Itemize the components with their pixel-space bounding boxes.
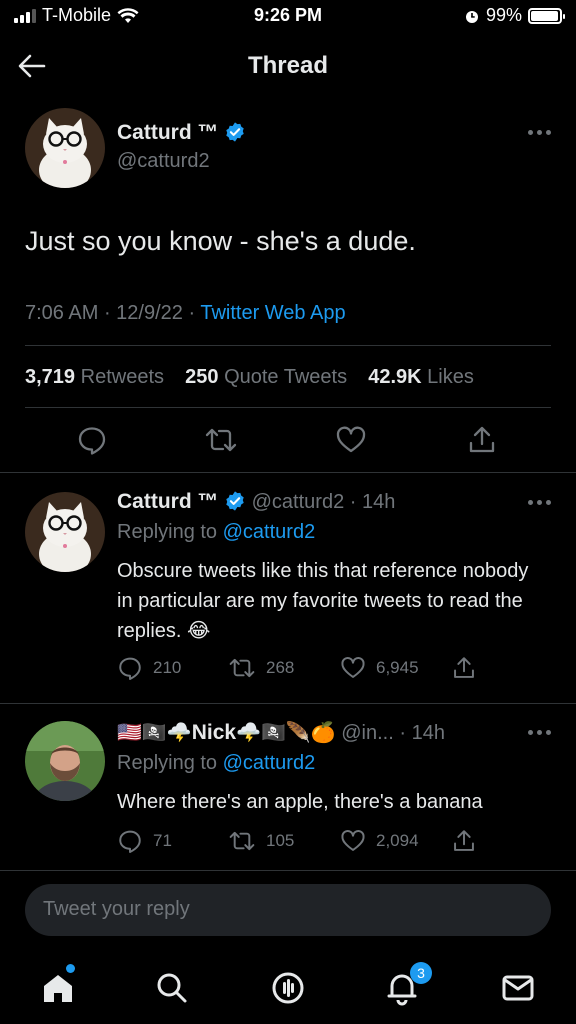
retweet-count: 105: [266, 831, 295, 850]
reply-text-body: Obscure tweets like this that reference …: [117, 560, 529, 642]
tab-messages[interactable]: [498, 968, 538, 1008]
quote-tweets-count: 250: [185, 366, 219, 388]
reply-header: 🇺🇸🏴‍☠️🌩️Nick🌩️🏴‍☠️🪶🍊 @in... · 14h: [117, 721, 445, 744]
author-name: Catturd ™: [117, 121, 219, 144]
profile-photo-image: [25, 721, 105, 801]
retweet-count: 268: [266, 658, 295, 677]
laughing-emoji: 😂: [187, 620, 211, 642]
reply-text: Where there's an apple, there's a banana: [117, 791, 483, 813]
status-right: 99%: [464, 5, 565, 26]
page-title: Thread: [247, 52, 328, 79]
replying-to-prefix: Replying to: [117, 752, 218, 774]
divider: [25, 407, 551, 408]
retweet-icon[interactable]: [205, 424, 237, 456]
tab-search[interactable]: [152, 968, 192, 1008]
cat-avatar-image: [25, 108, 105, 188]
replying-to-handle[interactable]: @catturd2: [223, 752, 316, 774]
share-icon[interactable]: [451, 655, 477, 681]
battery-percent: 99%: [485, 5, 522, 25]
retweet-icon: [229, 658, 255, 678]
reply-icon: [119, 657, 141, 680]
like-icon: [341, 830, 365, 851]
like-icon: [341, 657, 365, 678]
tweet-source-link[interactable]: Twitter Web App: [200, 302, 345, 324]
reply-count-button[interactable]: 71: [117, 828, 172, 854]
retweets-label: Retweets: [80, 366, 164, 388]
more-options-icon[interactable]: [528, 500, 554, 506]
search-icon: [157, 973, 187, 1003]
replying-to-handle[interactable]: @catturd2: [223, 521, 316, 543]
retweet-count-button[interactable]: 105: [228, 828, 294, 854]
tweet-date: 12/9/22: [116, 302, 183, 324]
retweet-count-button[interactable]: 268: [228, 655, 294, 681]
alarm-icon: [465, 10, 478, 23]
author-handle[interactable]: @catturd2: [117, 150, 210, 173]
avatar[interactable]: [25, 721, 105, 801]
compose-placeholder: Tweet your reply: [43, 898, 190, 920]
reply-text: Obscure tweets like this that reference …: [117, 556, 547, 646]
tweet-text: Just so you know - she's a dude.: [25, 226, 416, 256]
quote-tweets-stat[interactable]: 250 Quote Tweets: [185, 366, 347, 388]
author-name-row[interactable]: Catturd ™: [117, 121, 246, 145]
reply-author-handle[interactable]: @catturd2: [252, 491, 345, 513]
reply-age: 14h: [411, 722, 445, 744]
tab-spaces[interactable]: [268, 968, 308, 1008]
reply-count-button[interactable]: 210: [117, 655, 181, 681]
home-unread-dot: [66, 964, 75, 973]
spaces-microphone-icon: [272, 972, 304, 1004]
tab-notifications[interactable]: 3: [382, 962, 432, 1008]
battery-icon: [528, 7, 565, 24]
like-count: 2,094: [376, 831, 419, 850]
reply-icon[interactable]: [76, 424, 108, 456]
avatar[interactable]: [25, 108, 105, 188]
more-options-icon[interactable]: [528, 730, 554, 736]
share-icon[interactable]: [451, 828, 477, 854]
like-count: 6,945: [376, 658, 419, 677]
reply-count: 210: [153, 658, 182, 677]
cat-avatar-image: [25, 492, 105, 572]
likes-stat[interactable]: 42.9K Likes: [368, 366, 474, 388]
like-icon[interactable]: [335, 424, 367, 456]
retweet-icon: [229, 831, 255, 851]
likes-count: 42.9K: [368, 366, 422, 388]
bottom-tab-bar: 3: [0, 950, 576, 1024]
reply-count: 71: [153, 831, 172, 850]
reply-author-handle[interactable]: @in...: [341, 722, 394, 744]
like-count-button[interactable]: 6,945: [340, 655, 419, 681]
reply-compose-input[interactable]: Tweet your reply: [25, 884, 551, 936]
reply-icon: [119, 830, 141, 853]
name-emoji-prefix: 🇺🇸🏴‍☠️🌩️: [117, 722, 192, 744]
like-count-button[interactable]: 2,094: [340, 828, 419, 854]
name-emoji-suffix: 🌩️🏴‍☠️🪶🍊: [236, 722, 336, 744]
verified-badge-icon: [226, 122, 245, 142]
retweets-stat[interactable]: 3,719 Retweets: [25, 366, 164, 388]
notifications-badge: 3: [410, 962, 432, 984]
more-options-icon[interactable]: [528, 130, 554, 136]
share-icon[interactable]: [466, 424, 498, 456]
reply-age: 14h: [361, 491, 396, 513]
divider: [25, 345, 551, 346]
divider: [0, 472, 576, 473]
divider: [0, 870, 576, 871]
replying-to: Replying to @catturd2: [117, 752, 315, 775]
status-bar: T-Mobile 9:26 PM 99%: [0, 0, 576, 32]
quote-tweets-label: Quote Tweets: [224, 366, 348, 388]
tab-home[interactable]: [38, 964, 78, 1008]
tweet-timestamp-row: 7:06 AM · 12/9/22 · Twitter Web App: [25, 302, 346, 324]
mail-icon: [502, 975, 534, 1001]
thread-header: Thread: [0, 40, 576, 92]
divider: [0, 703, 576, 704]
home-icon: [44, 975, 72, 1002]
retweets-count: 3,719: [25, 366, 76, 388]
avatar[interactable]: [25, 492, 105, 572]
reply-header: Catturd ™ @catturd2 · 14h: [117, 490, 396, 513]
verified-badge-icon: [226, 491, 244, 511]
reply-author-name[interactable]: Nick: [192, 721, 236, 744]
tweet-stats: 3,719 Retweets 250 Quote Tweets 42.9K Li…: [25, 366, 474, 389]
tweet-time: 7:06 AM: [25, 302, 99, 324]
replying-to-prefix: Replying to: [117, 521, 218, 543]
reply-author-name[interactable]: Catturd ™: [117, 490, 219, 513]
likes-label: Likes: [427, 366, 474, 388]
replying-to: Replying to @catturd2: [117, 521, 315, 544]
